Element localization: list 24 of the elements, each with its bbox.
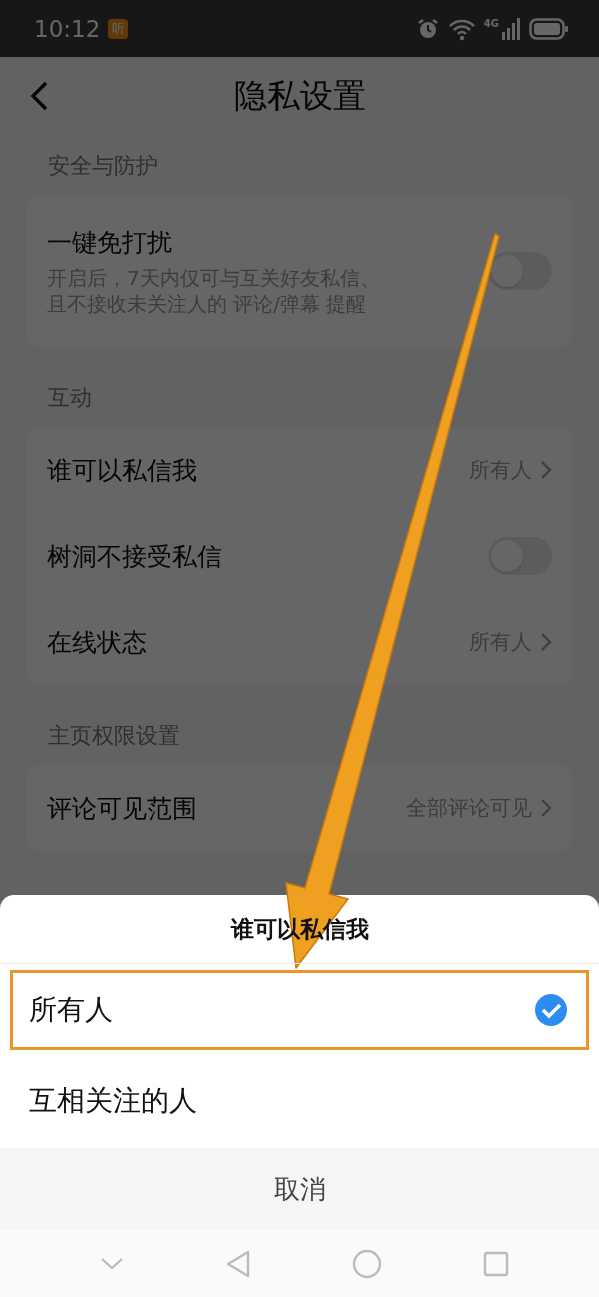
setting-label: 谁可以私信我 — [47, 454, 198, 487]
recents-square-icon[interactable] — [482, 1250, 509, 1277]
app-badge: 听 — [108, 18, 129, 39]
status-time: 10:12 — [34, 15, 101, 42]
signal-icon — [501, 17, 521, 40]
home-circle-icon[interactable] — [351, 1248, 382, 1279]
check-icon — [534, 993, 568, 1027]
setting-label: 树洞不接受私信 — [47, 540, 223, 573]
chevron-icon — [540, 460, 552, 480]
option-item[interactable]: 互相关注的人 — [10, 1053, 589, 1148]
network-type: 4G — [483, 18, 499, 29]
setting-label: 在线状态 — [47, 626, 148, 659]
option-item[interactable]: 所有人 — [10, 970, 589, 1050]
cancel-button[interactable]: 取消 — [0, 1148, 599, 1230]
page-title: 隐私设置 — [233, 74, 366, 117]
battery-icon — [529, 17, 569, 40]
setting-label: 评论可见范围 — [47, 792, 198, 825]
toggle-switch[interactable] — [488, 252, 552, 290]
setting-label: 一键免打扰 — [47, 226, 173, 259]
back-icon[interactable] — [28, 80, 50, 112]
chevron-icon — [540, 632, 552, 652]
back-triangle-icon[interactable] — [225, 1248, 252, 1279]
chevron-down-icon[interactable] — [100, 1256, 125, 1271]
chevron-icon — [540, 798, 552, 818]
